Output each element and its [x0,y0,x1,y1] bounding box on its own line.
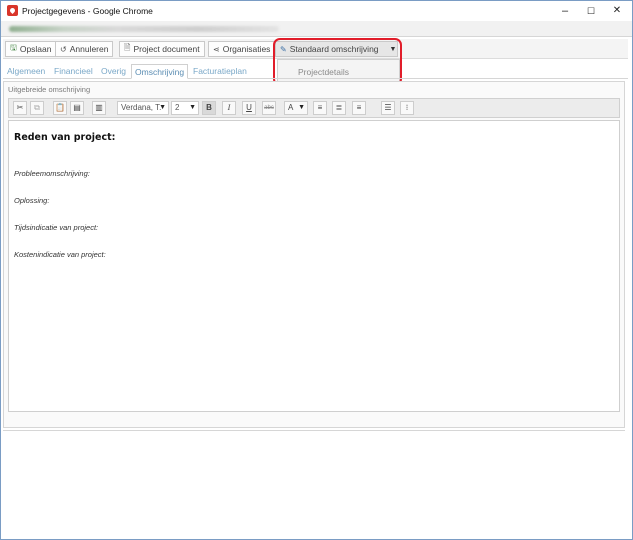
chevron-down-icon: ▼ [189,104,196,111]
tab-financieel[interactable]: Financieel [51,64,96,79]
organisations-button[interactable]: ⋖ Organisaties [208,41,276,57]
title-bar: Projectgegevens - Google Chrome – ☐ ✕ [1,1,632,21]
cancel-button[interactable]: ↺ Annuleren [55,41,114,57]
numbered-list-icon[interactable]: ⁝ [400,101,414,115]
font-color-label: A [288,103,294,112]
editor-line-time: Tijdsindicatie van project: [14,223,99,232]
address-bar[interactable] [1,21,632,37]
divider [3,430,625,431]
chevron-down-icon: ▼ [389,45,397,53]
chevron-down-icon: ▼ [298,104,305,111]
project-document-label: Project document [133,44,200,54]
window-title: Projectgegevens - Google Chrome [22,6,153,16]
align-center-icon[interactable]: ≣ [332,101,346,115]
close-button[interactable]: ✕ [604,3,630,19]
size-value: 2 [175,103,180,112]
editor-line-cost: Kostenindicatie van project: [14,250,106,259]
save-icon: 🖫 [10,43,17,52]
share-icon: ⋖ [213,44,220,54]
browser-window: Projectgegevens - Google Chrome – ☐ ✕ 🖫 … [0,0,633,540]
align-left-icon[interactable]: ≡ [313,101,327,115]
font-value: Verdana, T. [121,103,162,112]
rich-text-editor[interactable]: Reden van project: Probleemomschrijving:… [8,120,620,412]
tab-facturatieplan[interactable]: Facturatieplan [190,64,250,79]
size-select[interactable]: 2 ▼ [171,101,199,115]
tab-omschrijving[interactable]: Omschrijving [131,64,189,79]
paste-word-icon[interactable]: ▥ [92,101,106,115]
standard-description-label: Standaard omschrijving [289,44,379,54]
cancel-label: Annuleren [69,44,109,54]
undo-icon: ↺ [60,44,67,54]
font-select[interactable]: Verdana, T. ▼ [117,101,169,115]
strikethrough-button[interactable]: abc [262,101,276,115]
tab-overig[interactable]: Overig [98,64,129,79]
underline-button[interactable]: U [242,101,256,115]
panel-caption: Uitgebreide omschrijving [8,85,91,94]
paste-icon[interactable]: 📋 [53,101,67,115]
organisations-label: Organisaties [222,44,271,54]
cut-icon[interactable]: ✂ [13,101,27,115]
document-icon: 🗎 [124,43,131,52]
save-button[interactable]: 🖫 Opslaan [5,41,57,57]
save-label: Opslaan [19,44,52,54]
minimize-button[interactable]: – [552,3,578,19]
tab-bar: Algemeen Financieel Overig Omschrijving … [3,62,628,79]
project-document-button[interactable]: 🗎 Project document [119,41,205,57]
app-logo-icon [7,5,18,16]
font-color-button[interactable]: A ▼ [284,101,308,115]
maximize-button[interactable]: ☐ [578,3,604,19]
editor-line-solution: Oplossing: [14,196,50,205]
tab-algemeen[interactable]: Algemeen [4,64,48,79]
bold-button[interactable]: B [202,101,216,115]
editor-toolbar: ✂ ⧉ 📋 ▤ ▥ Verdana, T. ▼ 2 ▼ B I U abc A … [8,98,620,118]
paste-text-icon[interactable]: ▤ [70,101,84,115]
editor-line-problem: Probleemomschrijving: [14,169,90,178]
action-toolbar: 🖫 Opslaan ↺ Annuleren 🗎 Project document… [3,39,628,59]
bullet-list-icon[interactable]: ☰ [381,101,395,115]
editor-heading: Reden van project: [14,132,116,143]
align-right-icon[interactable]: ≡ [352,101,366,115]
blurred-url [9,26,279,32]
pencil-icon: ✎ [280,44,287,54]
chevron-down-icon: ▼ [159,104,166,111]
copy-icon[interactable]: ⧉ [30,101,44,115]
italic-button[interactable]: I [222,101,236,115]
standard-description-dropdown[interactable]: ✎ Standaard omschrijving ▼ [275,41,398,57]
description-panel: Uitgebreide omschrijving ✂ ⧉ 📋 ▤ ▥ Verda… [3,81,625,428]
